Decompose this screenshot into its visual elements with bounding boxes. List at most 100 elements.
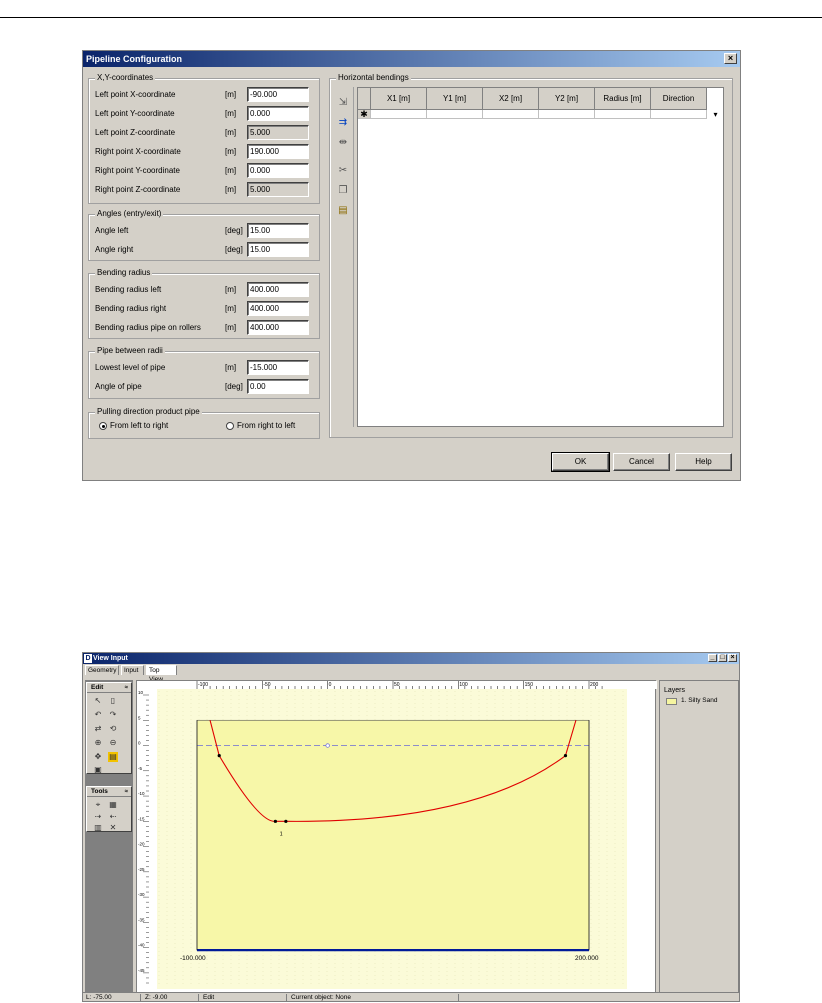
grid-toolbar: ⇲ ⇉ ⇹ ✂ ❐ ▤	[332, 87, 354, 427]
cut-icon[interactable]: ✂	[337, 165, 349, 177]
column-header[interactable]: X1 [m]	[371, 88, 427, 110]
right-point-y-coordinate-unit: [m]	[225, 166, 237, 175]
app-icon: D	[84, 654, 92, 663]
delete-tool-icon[interactable]: ✕	[108, 823, 118, 833]
bending-radius-pipe-on-rollers-input[interactable]: 400.000	[247, 320, 309, 335]
field-row: Bending radius left [m] 400.000	[95, 282, 323, 297]
angle-right-unit: [deg]	[225, 245, 243, 254]
help-button[interactable]: Help	[675, 453, 732, 471]
profile-plot[interactable]: -100 -50 0 50 100 150 2001050-5-10-15-20-25-30…	[137, 681, 657, 996]
grid-cell[interactable]	[427, 110, 483, 119]
column-header[interactable]: Radius [m]	[595, 88, 651, 110]
drawing-canvas[interactable]: -100 -50 0 50 100 150 200 10 5 0 -5 -10 -15 -20 -25 -30…	[136, 680, 657, 996]
left-point-y-coordinate-input[interactable]: 0.000	[247, 106, 309, 121]
maximize-icon[interactable]: □	[718, 654, 727, 662]
tab-top-view[interactable]: Top View	[146, 665, 177, 683]
pointer-icon[interactable]: ↖	[93, 696, 103, 706]
grid-cell[interactable]	[483, 110, 539, 119]
right-point-x-coordinate-input[interactable]: 190.000	[247, 144, 309, 159]
field-row: Right point Z-coordinate [m] 5.000	[95, 182, 323, 197]
redo-icon[interactable]: ↷	[108, 710, 118, 720]
column-header[interactable]: X2 [m]	[483, 88, 539, 110]
x-tick-label: -100	[198, 682, 208, 688]
tab-geometry[interactable]: Geometry	[85, 665, 119, 675]
layer-swatch[interactable]	[666, 698, 677, 705]
left-point-z-coordinate-input: 5.000	[247, 125, 309, 140]
edit-panel-header[interactable]: Edit ≈	[87, 683, 131, 693]
paste-icon[interactable]: ▤	[337, 205, 349, 217]
y-tick-label: -20	[138, 842, 145, 847]
from-right-to-left-label[interactable]: From right to left	[237, 421, 295, 430]
undo-icon[interactable]: ↶	[93, 710, 103, 720]
grid-tool-icon[interactable]: ▥	[93, 823, 103, 833]
right-point-y-coordinate-input[interactable]: 0.000	[247, 163, 309, 178]
polyline-tool-icon[interactable]: ▦	[108, 800, 118, 810]
arrow-tool-icon[interactable]: ⇠	[108, 812, 118, 822]
left-point-x-coordinate-input[interactable]: -90.000	[247, 87, 309, 102]
grid-cell[interactable]	[371, 110, 427, 119]
dialog-titlebar: Pipeline Configuration ×	[83, 51, 740, 67]
left-point-y-coordinate-label: Left point Y-coordinate	[95, 109, 175, 118]
point-tool-icon[interactable]: ⌖	[93, 800, 103, 810]
tools-panel-header[interactable]: Tools ≈	[87, 787, 131, 797]
collapse-icon[interactable]: ≈	[125, 683, 128, 693]
close-icon[interactable]: ×	[724, 53, 737, 64]
fit-icon[interactable]: ▣	[93, 765, 103, 775]
minimize-icon[interactable]: _	[708, 654, 717, 662]
column-header[interactable]: Direction	[651, 88, 707, 110]
grid-cell[interactable]	[595, 110, 651, 119]
angle-right-input[interactable]: 15.00	[247, 242, 309, 257]
copy-icon[interactable]: ❐	[337, 185, 349, 197]
pulling-direction-title: Pulling direction product pipe	[95, 407, 202, 416]
direction-dropdown-icon[interactable]: ▾	[709, 111, 722, 119]
water-level-marker	[325, 743, 330, 748]
left-point-x-coordinate-label: Left point X-coordinate	[95, 90, 176, 99]
angle-of-pipe-input[interactable]: 0.00	[247, 379, 309, 394]
line-tool-icon[interactable]: ⇢	[93, 812, 103, 822]
lowest-level-of-pipe-input[interactable]: -15.000	[247, 360, 309, 375]
view-input-window: D View Input _ □ × Geometry Input Top Vi…	[82, 652, 740, 1002]
move-icon[interactable]: ⇄	[93, 724, 103, 734]
bending-radius-right-input[interactable]: 400.000	[247, 301, 309, 316]
status-mode: Edit	[201, 994, 287, 1001]
status-current-object: Current object: None	[289, 994, 459, 1001]
point-label: 1	[280, 831, 283, 837]
delete-row-icon[interactable]: ⇹	[337, 137, 349, 149]
layer-name[interactable]: 1. Silty Sand	[681, 697, 718, 704]
from-left-to-right-label[interactable]: From left to right	[110, 421, 168, 430]
new-row-marker: ✱	[358, 110, 371, 119]
left-point-y-coordinate-unit: [m]	[225, 109, 237, 118]
horizontal-bendings-grid[interactable]: X1 [m] Y1 [m] X2 [m] Y2 [m] Radius [m] Direct…	[357, 87, 724, 427]
pan-icon[interactable]: ✥	[93, 752, 103, 762]
zoom-out-icon[interactable]: ⊖	[108, 738, 118, 748]
ok-button[interactable]: OK	[551, 452, 610, 472]
tab-input[interactable]: Input	[121, 665, 144, 675]
zoom-in-icon[interactable]: ⊕	[93, 738, 103, 748]
grid-cell[interactable]	[651, 110, 707, 119]
bending-radius-left-input[interactable]: 400.000	[247, 282, 309, 297]
bending-radius-left-unit: [m]	[225, 285, 237, 294]
column-header[interactable]: Y2 [m]	[539, 88, 595, 110]
field-row: Angle of pipe [deg] 0.00	[95, 379, 323, 394]
angle-right-label: Angle right	[95, 245, 134, 254]
rotate-icon[interactable]: ⟲	[108, 724, 118, 734]
angle-left-input[interactable]: 15.00	[247, 223, 309, 238]
left-point-z-coordinate-unit: [m]	[225, 128, 237, 137]
left-point-z-coordinate-label: Left point Z-coordinate	[95, 128, 176, 137]
add-row-icon[interactable]: ⇉	[337, 117, 349, 129]
grid-cell[interactable]	[539, 110, 595, 119]
insert-row-icon[interactable]: ⇲	[337, 97, 349, 109]
right-point-z-coordinate-input: 5.000	[247, 182, 309, 197]
pipe-node	[273, 819, 277, 823]
x-tick-label: 100	[459, 682, 468, 688]
from-right-to-left-radio[interactable]	[226, 422, 234, 430]
collapse-icon[interactable]: ≈	[125, 787, 128, 797]
layer-icon[interactable]: ▤	[108, 752, 118, 762]
column-header[interactable]: Y1 [m]	[427, 88, 483, 110]
field-row: Left point Y-coordinate [m] 0.000	[95, 106, 323, 121]
from-left-to-right-radio[interactable]	[99, 422, 107, 430]
select-icon[interactable]: ▯	[108, 696, 118, 706]
tool-sidebar: Edit ≈ ↖ ▯ ↶ ↷ ⇄ ⟲ ⊕ ⊖ ✥ ▤ ▣ Tools ≈ ⌖ ▦…	[85, 680, 133, 995]
close-icon[interactable]: ×	[728, 654, 737, 662]
cancel-button[interactable]: Cancel	[613, 453, 670, 471]
